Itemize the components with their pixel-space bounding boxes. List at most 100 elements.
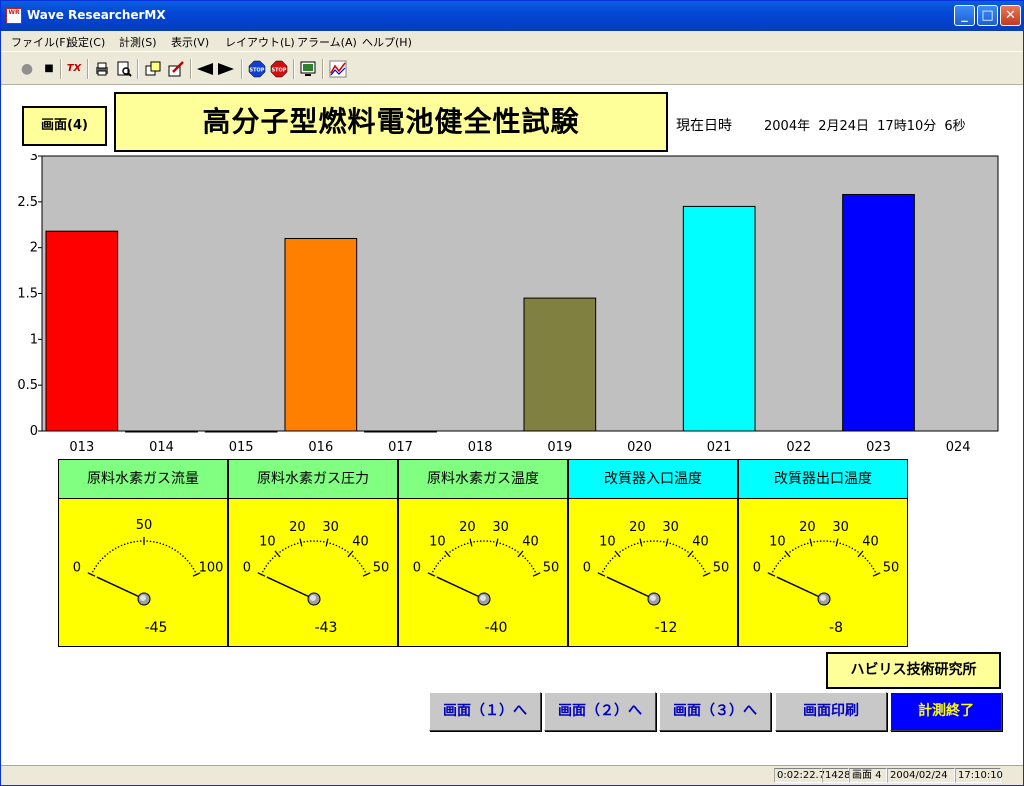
graph-icon[interactable] [329,60,347,78]
gauge-scale-dot [306,540,309,543]
gauge-major-tick [532,572,541,577]
gauge-scale-dot [335,544,338,547]
gauge-scale-dot [653,540,655,542]
stop-square-icon[interactable]: ■ [40,60,58,78]
gauge-scale-dot [694,557,697,560]
gauge-scale-dot [296,542,299,545]
gauge-scale-dot [190,565,193,567]
gauge-scale-dot [489,540,492,543]
gauge-scale-dot [530,565,533,567]
gauge-needle [776,576,825,600]
gauge-tick-label: 30 [662,520,679,535]
x-tick-label: 016 [308,440,333,455]
gauge-scale-dot [457,546,460,548]
gauge-scale-dot [630,544,633,547]
gauge-scale-dot [117,546,120,548]
gauge-scale-dot [656,540,659,542]
print-preview-icon[interactable] [115,60,133,78]
end-measurement-button[interactable]: 計測終了 [890,692,1002,731]
gauge-scale-dot [153,541,155,543]
gauge-scale-dot [352,555,354,557]
record-dot-icon[interactable]: ● [18,60,36,78]
stop-blue-icon[interactable]: STOP [248,60,266,78]
maximize-button[interactable]: □ [977,5,998,26]
gauge-scale-dot [696,559,699,562]
gauge-scale-dot [806,542,809,545]
gauge-scale-dot [854,549,856,551]
gauge-scale-dot [702,567,705,570]
gauge-tick-label: 0 [413,561,421,576]
edit-icon[interactable] [167,60,185,78]
gauge-pivot-highlight [140,595,146,601]
menu-alarm[interactable]: アラーム(A) [297,34,357,50]
menu-view[interactable]: 表示(V) [171,34,209,50]
stop-red-icon[interactable]: STOP [270,60,288,78]
print-screen-button[interactable]: 画面印刷 [775,692,887,731]
print-icon[interactable] [93,60,111,78]
menu-layout[interactable]: レイアウト(L) [225,34,295,50]
gauge-scale-dot [848,546,851,548]
menu-help[interactable]: ヘルプ(H) [362,34,412,50]
gauge-tick-label: 20 [629,520,646,535]
go-screen-3-button[interactable]: 画面（３）へ [659,692,771,731]
gauge-dial: 0 10 20 30 40 50 -43 [243,520,390,636]
gauge-scale-dot [194,570,196,573]
forward-arrow-icon[interactable] [217,60,235,78]
gauge-needle [606,576,655,600]
gauge-major-tick [427,572,436,577]
gauge-scale-dot [669,542,672,545]
gauge-scale-dot [611,557,614,560]
minimize-button[interactable]: _ [954,5,975,26]
back-arrow-icon[interactable] [196,60,214,78]
gauge-dial: 0 10 20 30 40 50 -40 [413,520,560,636]
gauge-tick-label: 0 [73,561,81,576]
app-icon: WR [6,8,22,24]
gauge-dial: 0 50 100 -45 [73,518,224,636]
status-date: 2004/02/24 [887,768,955,783]
gauge-scale-dot [839,542,842,545]
gauge-scale-dot [775,565,778,567]
gauge-scale-dot [452,549,454,551]
gauge-scale-dot [609,559,612,562]
gauge-scale-dot [505,544,508,547]
toolbar-separator [190,59,192,79]
gauge-scale-dot [528,562,531,565]
gauge-major-tick [597,572,606,577]
go-screen-2-button[interactable]: 画面（２）へ [544,692,656,731]
x-tick-label: 023 [866,440,891,455]
menu-settings[interactable]: 設定(C) [67,34,105,50]
gauge-tick-label: 20 [289,520,306,535]
y-tick-label: 3 [30,154,38,164]
monitor-icon[interactable] [299,60,317,78]
go-screen-1-button[interactable]: 画面（１）へ [429,692,541,731]
gauge-scale-dot [514,549,516,551]
gauge-scale-dot [192,567,195,570]
gauge-scale-dot [773,567,776,570]
gauge-scale-dot [678,546,681,548]
gauge-scale-dot [136,540,139,543]
x-tick-label: 022 [786,440,811,455]
menu-measure[interactable]: 計測(S) [119,34,157,50]
gauge-scale-dot [675,544,678,547]
gauge-scale-dot [284,547,287,550]
gauge-tick-label: 50 [373,561,390,576]
gauge-scale-dot [139,540,142,542]
gauge-scale-dot [813,541,815,543]
datetime-label: 現在日時 [676,118,732,134]
gauge-scale-dot [106,553,109,555]
status-count: 1428 [822,768,850,783]
copy-icon[interactable] [144,60,162,78]
gauge-tick-label: 30 [322,520,339,535]
title-bar[interactable]: WR Wave ResearcherMX _ □ ✕ [1,1,1023,31]
gauge-scale-dot [162,543,165,546]
gauge-pivot-highlight [310,595,316,601]
tx-icon[interactable]: TX [65,60,83,78]
gauge-scale-dot [845,544,848,547]
gauge-scale-dot [123,543,126,546]
close-button[interactable]: ✕ [1000,5,1021,26]
gauge-scale-dot [344,549,346,551]
gauge-scale-dot [269,559,272,562]
gauge-scale-dot [104,555,106,557]
menu-file[interactable]: ファイル(F) [11,34,70,50]
gauge-scale-dot [605,565,608,567]
